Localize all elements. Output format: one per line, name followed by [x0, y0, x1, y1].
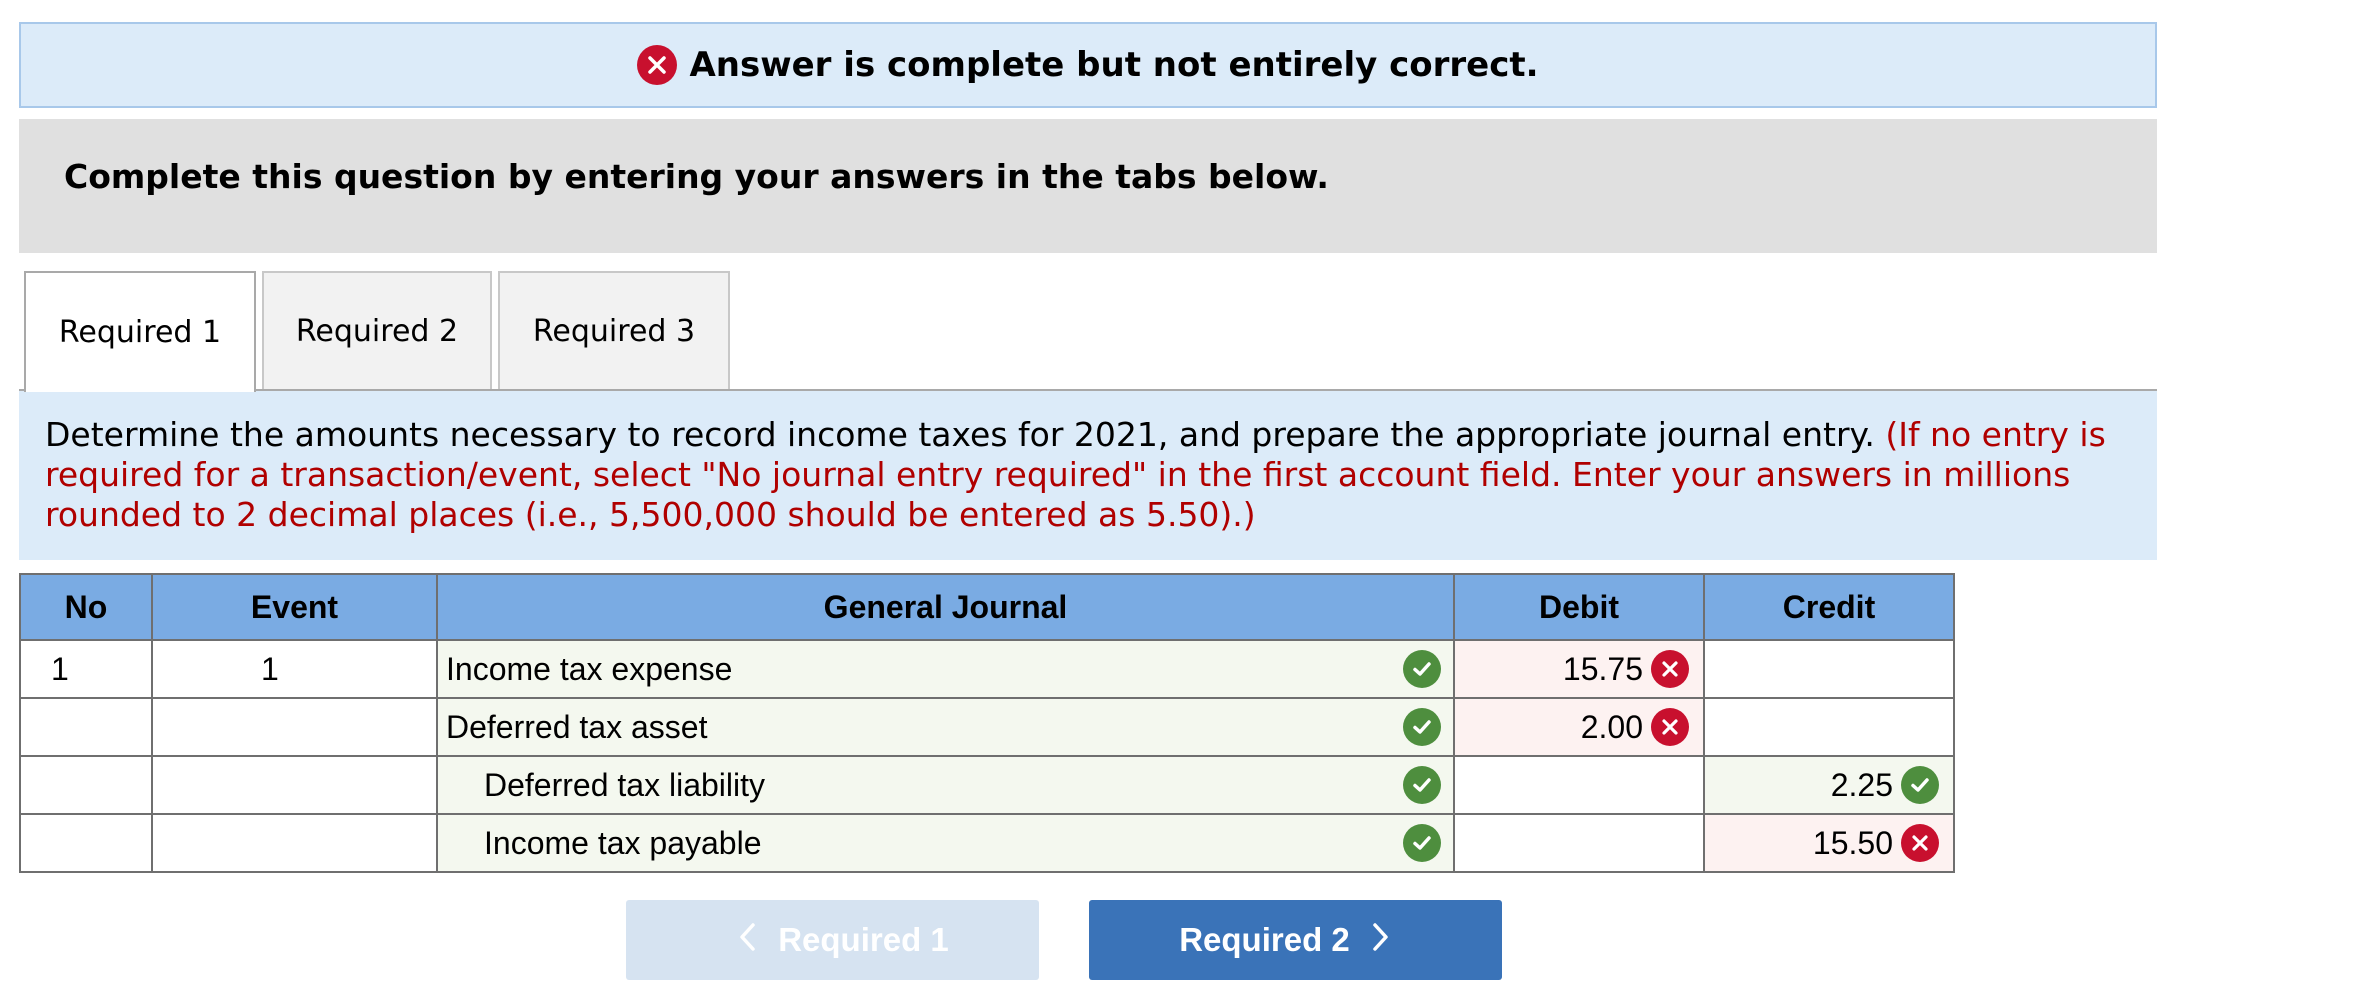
header-general-journal: General Journal [436, 573, 1455, 641]
x-circle-icon [637, 45, 678, 85]
credit-cell[interactable] [1703, 639, 1955, 699]
check-circle-icon [1901, 766, 1939, 804]
tab-required-3[interactable]: Required 3 [498, 271, 730, 390]
table-row: 1 1 Income tax expense 15.75 [19, 639, 1955, 699]
credit-cell[interactable]: 15.50 [1703, 813, 1955, 873]
question-text: Determine the amounts necessary to recor… [45, 415, 1875, 454]
account-name: Income tax payable [484, 824, 762, 861]
header-debit: Debit [1453, 573, 1705, 641]
credit-cell[interactable]: 2.25 [1703, 755, 1955, 815]
event-cell [151, 813, 438, 873]
debit-value: 15.75 [1562, 650, 1643, 687]
account-cell[interactable]: Deferred tax asset [436, 697, 1455, 757]
debit-cell[interactable] [1453, 755, 1705, 815]
tab-bar: Required 1 Required 2 Required 3 [24, 271, 736, 392]
no-cell: 1 [19, 639, 153, 699]
header-no: No [19, 573, 153, 641]
x-circle-icon [1651, 708, 1689, 746]
feedback-banner: Answer is complete but not entirely corr… [19, 22, 2157, 108]
tab-required-1[interactable]: Required 1 [24, 271, 256, 392]
chevron-right-icon [1372, 919, 1390, 961]
event-cell [151, 697, 438, 757]
check-circle-icon [1403, 708, 1441, 746]
question-panel: Determine the amounts necessary to recor… [19, 391, 2157, 560]
no-cell [19, 755, 153, 815]
account-name: Deferred tax asset [446, 708, 708, 745]
check-circle-icon [1403, 824, 1441, 862]
account-name: Income tax expense [446, 650, 733, 687]
tab-required-2[interactable]: Required 2 [262, 271, 492, 390]
account-cell[interactable]: Income tax payable [436, 813, 1455, 873]
debit-value: 2.00 [1580, 708, 1643, 745]
table-row: Deferred tax asset 2.00 [19, 697, 1955, 757]
chevron-left-icon [738, 919, 756, 961]
table-row: Deferred tax liability 2.25 [19, 755, 1955, 815]
event-cell: 1 [151, 639, 438, 699]
table-row: Income tax payable 15.50 [19, 813, 1955, 873]
check-circle-icon [1403, 766, 1441, 804]
debit-cell[interactable]: 2.00 [1453, 697, 1705, 757]
instructions-text: Complete this question by entering your … [64, 157, 1329, 196]
debit-cell[interactable] [1453, 813, 1705, 873]
account-name: Deferred tax liability [484, 766, 765, 803]
header-event: Event [151, 573, 438, 641]
journal-header-row: No Event General Journal Debit Credit [19, 573, 1955, 641]
instructions-panel: Complete this question by entering your … [19, 119, 2157, 253]
previous-button-label: Required 1 [778, 921, 949, 958]
next-button-label: Required 2 [1179, 921, 1350, 958]
header-credit: Credit [1703, 573, 1955, 641]
next-button[interactable]: Required 2 [1089, 900, 1502, 980]
feedback-text: Answer is complete but not entirely corr… [689, 45, 1539, 85]
x-circle-icon [1901, 824, 1939, 862]
check-circle-icon [1403, 650, 1441, 688]
credit-value: 2.25 [1830, 766, 1893, 803]
journal-table: No Event General Journal Debit Credit 1 … [19, 573, 1955, 873]
debit-cell[interactable]: 15.75 [1453, 639, 1705, 699]
event-cell [151, 755, 438, 815]
previous-button[interactable]: Required 1 [626, 900, 1039, 980]
account-cell[interactable]: Deferred tax liability [436, 755, 1455, 815]
credit-value: 15.50 [1812, 824, 1893, 861]
no-cell [19, 697, 153, 757]
credit-cell[interactable] [1703, 697, 1955, 757]
x-circle-icon [1651, 650, 1689, 688]
account-cell[interactable]: Income tax expense [436, 639, 1455, 699]
no-cell [19, 813, 153, 873]
